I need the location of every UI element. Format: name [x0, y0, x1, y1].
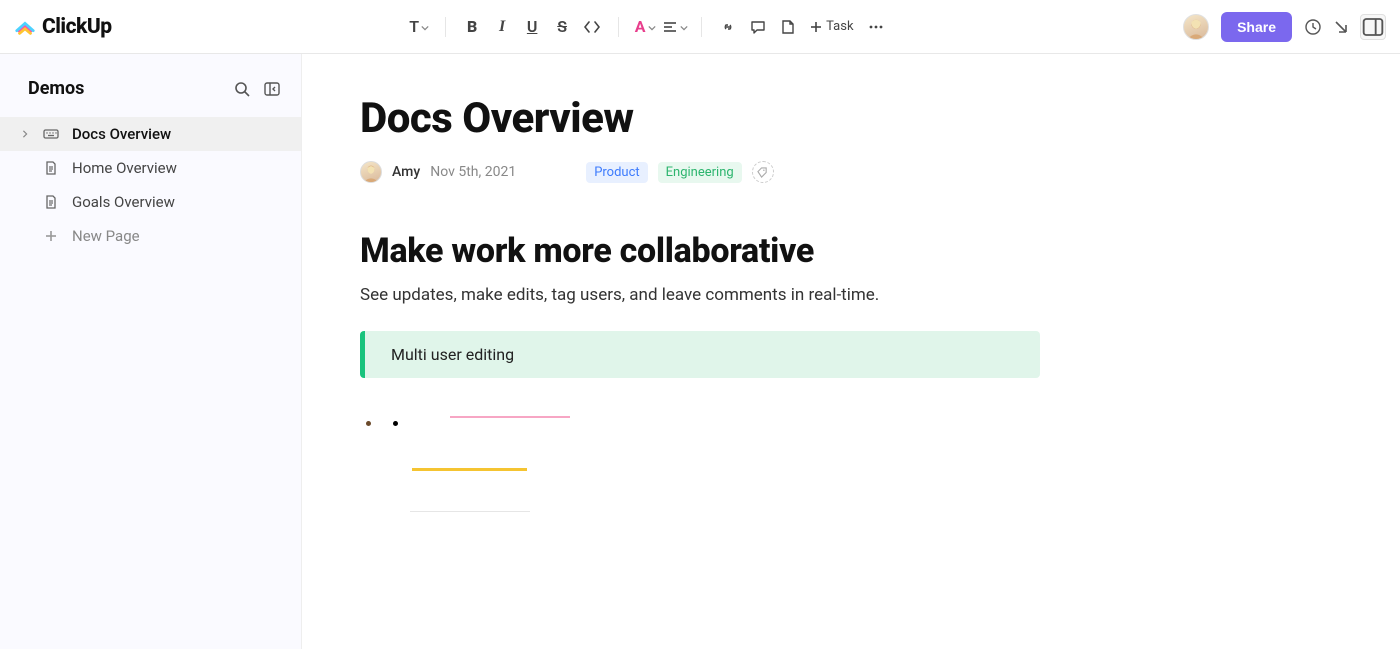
attach-button[interactable]	[774, 13, 802, 41]
export-button[interactable]	[1332, 18, 1350, 36]
keyboard-icon	[42, 125, 60, 143]
text-color-button[interactable]: A	[631, 13, 659, 41]
toolbar-divider	[618, 17, 619, 37]
comment-button[interactable]	[744, 13, 772, 41]
collapse-icon	[263, 80, 281, 98]
app-logo-text: ClickUp	[42, 15, 112, 39]
highlight-line	[450, 416, 570, 418]
toolbar-divider	[701, 17, 702, 37]
top-toolbar: ClickUp T B I U S A	[0, 0, 1400, 54]
chevron-right-icon	[20, 130, 30, 138]
divider-line	[410, 511, 530, 512]
document-meta: Amy Nov 5th, 2021 Product Engineering	[360, 161, 1282, 183]
clickup-logo-icon	[14, 16, 36, 38]
section-heading[interactable]: Make work more collaborative	[360, 231, 1282, 271]
more-button[interactable]	[862, 13, 890, 41]
bullet-icon	[393, 421, 398, 426]
share-button[interactable]: Share	[1221, 12, 1292, 42]
top-right-controls: Share	[1183, 12, 1386, 42]
author-avatar[interactable]	[360, 161, 382, 183]
sidebar-search-button[interactable]	[233, 80, 251, 98]
plus-icon	[42, 227, 60, 245]
sidebar-item-goals-overview[interactable]: Goals Overview	[0, 185, 301, 219]
history-button[interactable]	[1304, 18, 1322, 36]
doc-icon	[42, 193, 60, 211]
ellipsis-icon	[868, 19, 884, 35]
sidebar-item-docs-overview[interactable]: Docs Overview	[0, 117, 301, 151]
tag-product[interactable]: Product	[586, 162, 647, 183]
document-main[interactable]: Docs Overview Amy Nov 5th, 2021 Product …	[302, 54, 1400, 649]
arrow-down-right-icon	[1332, 18, 1350, 36]
sidebar-title: Demos	[28, 78, 84, 99]
italic-button[interactable]: I	[488, 13, 516, 41]
text-style-button[interactable]: T	[405, 13, 433, 41]
add-task-button[interactable]: Task	[804, 13, 859, 41]
formatting-toolbar: T B I U S A	[112, 13, 1183, 41]
document-date: Nov 5th, 2021	[430, 164, 516, 180]
callout-text: Multi user editing	[391, 345, 514, 364]
document-title[interactable]: Docs Overview	[360, 94, 1282, 143]
sidebar-header: Demos	[0, 54, 301, 117]
highlight-line	[412, 468, 527, 471]
plus-icon	[810, 21, 822, 33]
section-paragraph[interactable]: See updates, make edits, tag users, and …	[360, 285, 1282, 305]
bold-button[interactable]: B	[458, 13, 486, 41]
doc-icon	[42, 159, 60, 177]
sidebar-item-label: Goals Overview	[72, 193, 175, 211]
strikethrough-button[interactable]: S	[548, 13, 576, 41]
content-placeholder	[360, 408, 1282, 512]
sidebar-item-label: Home Overview	[72, 159, 177, 177]
panel-icon	[1361, 15, 1385, 39]
align-button[interactable]	[661, 13, 689, 41]
new-page-label: New Page	[72, 227, 140, 245]
sidebar-item-label: Docs Overview	[72, 125, 171, 143]
toolbar-divider	[445, 17, 446, 37]
sidebar: Demos Docs Overview	[0, 54, 302, 649]
sidebar-collapse-button[interactable]	[263, 80, 281, 98]
sidebar-item-home-overview[interactable]: Home Overview	[0, 151, 301, 185]
new-page-button[interactable]: New Page	[0, 219, 301, 253]
chevron-down-icon	[680, 17, 688, 36]
underline-button[interactable]: U	[518, 13, 546, 41]
chevron-down-icon	[648, 17, 656, 36]
chevron-down-icon	[421, 17, 429, 36]
link-button[interactable]	[714, 13, 742, 41]
add-tag-button[interactable]	[752, 161, 774, 183]
code-button[interactable]	[578, 13, 606, 41]
author-name: Amy	[392, 164, 420, 180]
clock-icon	[1304, 18, 1322, 36]
user-avatar[interactable]	[1183, 14, 1209, 40]
add-task-label: Task	[826, 19, 853, 34]
panel-toggle-button[interactable]	[1360, 14, 1386, 40]
tag-engineering[interactable]: Engineering	[658, 162, 742, 183]
tag-icon	[757, 167, 768, 178]
callout-block[interactable]: Multi user editing	[360, 331, 1040, 378]
bullet-icon	[366, 421, 371, 426]
app-logo[interactable]: ClickUp	[14, 15, 112, 39]
search-icon	[233, 80, 251, 98]
